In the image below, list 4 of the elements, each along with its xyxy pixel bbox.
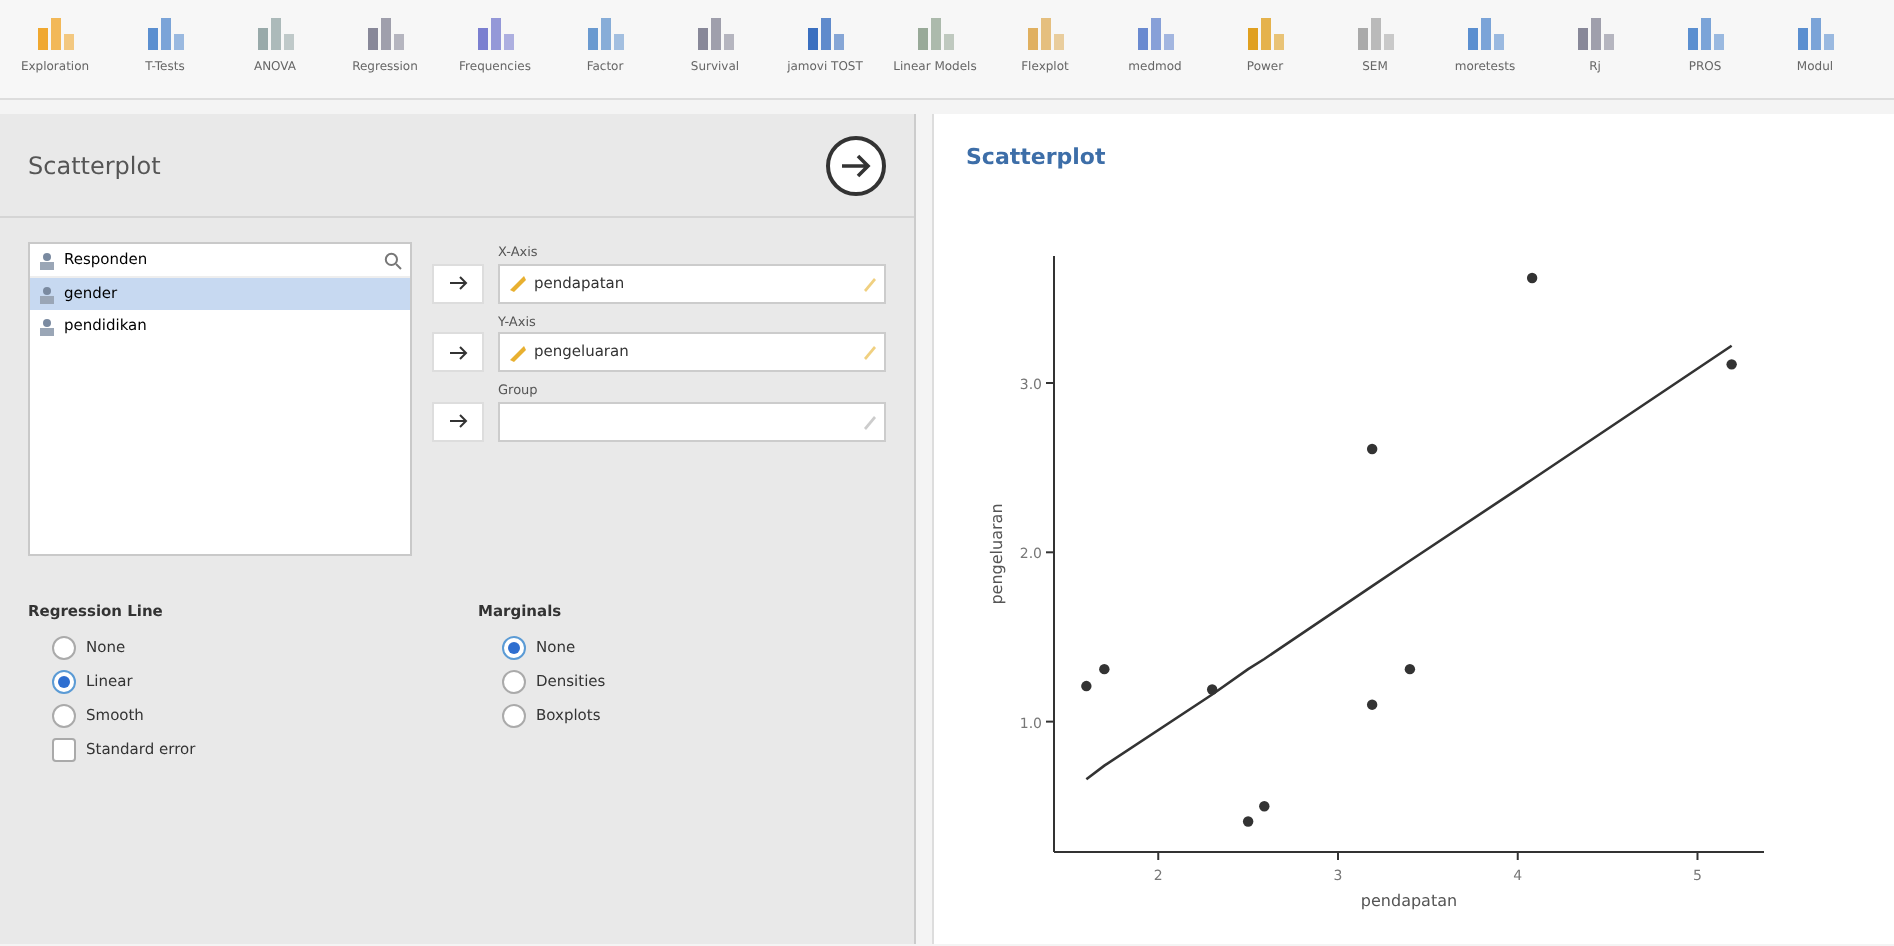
panel-title: Scatterplot [28,149,161,183]
axis-title: pengeluaran [988,502,1006,604]
axis-title: pendapatan [1360,891,1458,909]
results-title: Scatterplot [964,142,1108,174]
